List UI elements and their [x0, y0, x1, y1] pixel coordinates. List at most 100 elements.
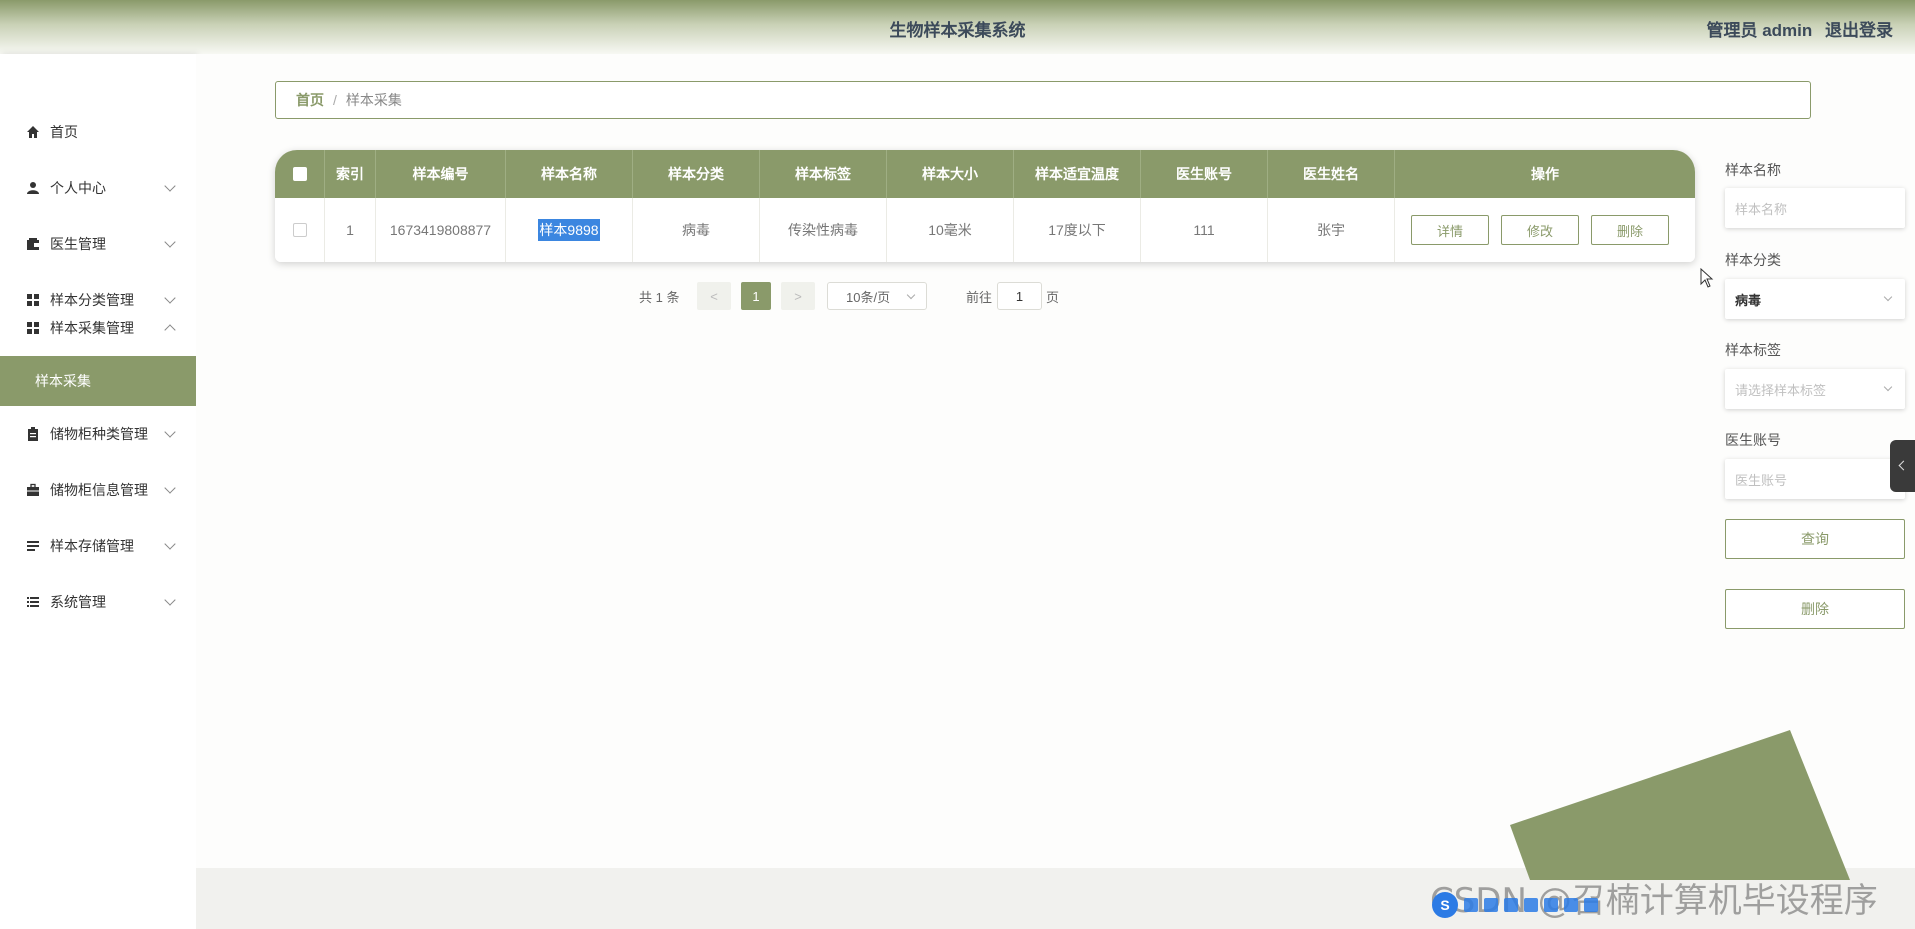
- chevron-down-icon: [164, 180, 176, 192]
- doctor-account-label: 医生账号: [1725, 432, 1781, 448]
- category-select[interactable]: 病毒: [1725, 279, 1905, 319]
- sidebar-item-sample-collection[interactable]: 样本采集管理: [0, 300, 196, 356]
- tag-select[interactable]: 请选择样本标签: [1725, 369, 1905, 409]
- wallet-icon: [27, 238, 39, 250]
- next-page-button[interactable]: >: [781, 282, 815, 310]
- chevron-down-icon: [164, 482, 176, 494]
- sidebar-item-label: 系统管理: [50, 594, 106, 610]
- chevron-down-icon: [1883, 292, 1893, 302]
- column-header: 样本编号: [376, 150, 506, 198]
- collapse-tab[interactable]: [1890, 440, 1915, 492]
- doctor-account-input[interactable]: 医生账号: [1725, 459, 1905, 499]
- list-icon: [27, 597, 39, 607]
- current-page-button[interactable]: 1: [741, 282, 771, 310]
- top-header: 生物样本采集系统 管理员 admin 退出登录: [0, 0, 1915, 54]
- name-label: 样本名称: [1725, 162, 1781, 178]
- sidebar: 首页 个人中心 医生管理 样本分类管理 样本采集管理 样本采集 储物柜种类管理 …: [0, 54, 196, 929]
- page-size-value: 10条/页: [846, 289, 891, 305]
- column-header: 医生账号: [1141, 150, 1268, 198]
- clipboard-icon: [28, 427, 38, 441]
- goto-page-input[interactable]: 1: [997, 282, 1042, 310]
- chevron-down-icon: [164, 426, 176, 438]
- sidebar-item-sample-storage[interactable]: 样本存储管理: [0, 518, 196, 574]
- edit-button[interactable]: 修改: [1501, 215, 1579, 245]
- briefcase-icon: [27, 483, 39, 496]
- sidebar-item-locker-type[interactable]: 储物柜种类管理: [0, 406, 196, 462]
- column-header: 样本适宜温度: [1014, 150, 1141, 198]
- category-label: 样本分类: [1725, 252, 1781, 268]
- user-area: 管理员 admin 退出登录: [1698, 16, 1893, 41]
- ime-toolbar: S: [1432, 890, 1632, 920]
- prev-page-button[interactable]: <: [697, 282, 731, 310]
- column-header: 样本分类: [633, 150, 760, 198]
- sidebar-subitem-sample-collection[interactable]: 样本采集: [0, 356, 196, 406]
- pagination-total: 共 1 条: [639, 289, 680, 305]
- detail-button[interactable]: 详情: [1411, 215, 1489, 245]
- tag-placeholder: 请选择样本标签: [1735, 382, 1827, 398]
- category-value: 病毒: [1735, 292, 1762, 308]
- column-header: 操作: [1531, 166, 1559, 182]
- ime-tool-icon: [1484, 898, 1498, 912]
- ime-tool-icon: [1504, 898, 1518, 912]
- data-table: 索引 样本编号 样本名称 样本分类 样本标签 样本大小 样本适宜温度 医生账号 …: [275, 150, 1695, 262]
- breadcrumb-separator: /: [333, 92, 337, 108]
- ime-tool-icon: [1544, 898, 1558, 912]
- row-checkbox[interactable]: [292, 223, 307, 237]
- sidebar-item-home[interactable]: 首页: [0, 104, 196, 160]
- ime-tool-icon: [1524, 898, 1538, 912]
- sidebar-item-label: 样本采集管理: [50, 320, 134, 336]
- column-header: 样本标签: [760, 150, 887, 198]
- user-icon: [27, 182, 39, 194]
- batch-delete-button[interactable]: 删除: [1725, 589, 1905, 629]
- decorative-shape: [1510, 730, 1850, 880]
- cell-size: 10毫米: [887, 198, 1014, 262]
- page-size-select[interactable]: 10条/页: [827, 282, 927, 310]
- column-header: 索引: [325, 150, 376, 198]
- query-button[interactable]: 查询: [1725, 519, 1905, 559]
- sidebar-item-label: 储物柜信息管理: [50, 482, 148, 498]
- chevron-down-icon: [164, 594, 176, 606]
- column-header: 样本大小: [887, 150, 1014, 198]
- breadcrumb-home[interactable]: 首页: [296, 90, 324, 110]
- sidebar-item-label: 样本存储管理: [50, 538, 134, 554]
- table-row: 1 1673419808877 样本9898 病毒 传染性病毒 10毫米 17度…: [275, 198, 1695, 262]
- chevron-down-icon: [1883, 382, 1893, 392]
- chevron-down-icon: [164, 236, 176, 248]
- column-header: 样本名称: [506, 150, 633, 198]
- app-title: 生物样本采集系统: [889, 21, 1026, 40]
- cell-actions: 详情 修改 删除: [1395, 198, 1695, 262]
- breadcrumb-current: 样本采集: [345, 92, 402, 108]
- ime-tool-icon: [1584, 898, 1598, 912]
- sidebar-item-profile[interactable]: 个人中心: [0, 160, 196, 216]
- cell-doctor-name: 张宇: [1268, 198, 1395, 262]
- cell-tag: 传染性病毒: [760, 198, 887, 262]
- cell-doctor-account: 111: [1141, 198, 1268, 262]
- cell-index: 1: [325, 198, 376, 262]
- sidebar-item-system[interactable]: 系统管理: [0, 574, 196, 630]
- select-all-checkbox[interactable]: [292, 167, 307, 181]
- cell-sample-name: 样本9898: [506, 198, 633, 262]
- home-icon: [27, 126, 39, 138]
- logout-link[interactable]: 退出登录: [1825, 21, 1893, 40]
- ime-tool-icon: [1464, 898, 1478, 912]
- chevron-down-icon: [906, 290, 916, 300]
- sidebar-item-label: 个人中心: [50, 180, 106, 196]
- ime-logo-icon: S: [1432, 892, 1458, 918]
- list-icon: [27, 541, 39, 551]
- sidebar-item-label: 储物柜种类管理: [50, 426, 148, 442]
- cell-sample-code: 1673419808877: [376, 198, 506, 262]
- tag-label: 样本标签: [1725, 342, 1781, 358]
- sample-name-input[interactable]: 样本名称: [1725, 188, 1905, 228]
- table-header: 索引 样本编号 样本名称 样本分类 样本标签 样本大小 样本适宜温度 医生账号 …: [275, 150, 1695, 198]
- sidebar-item-doctors[interactable]: 医生管理: [0, 216, 196, 272]
- sidebar-item-label: 医生管理: [50, 236, 106, 252]
- delete-row-button[interactable]: 删除: [1591, 215, 1669, 245]
- sidebar-item-locker-info[interactable]: 储物柜信息管理: [0, 462, 196, 518]
- mouse-cursor-icon: [1700, 268, 1714, 288]
- selected-text: 样本9898: [538, 219, 600, 241]
- row-select-cell: [275, 198, 325, 262]
- goto-label: 前往: [966, 289, 993, 305]
- grid-icon: [27, 322, 39, 334]
- ime-tool-icon: [1564, 898, 1578, 912]
- column-header: 医生姓名: [1268, 150, 1395, 198]
